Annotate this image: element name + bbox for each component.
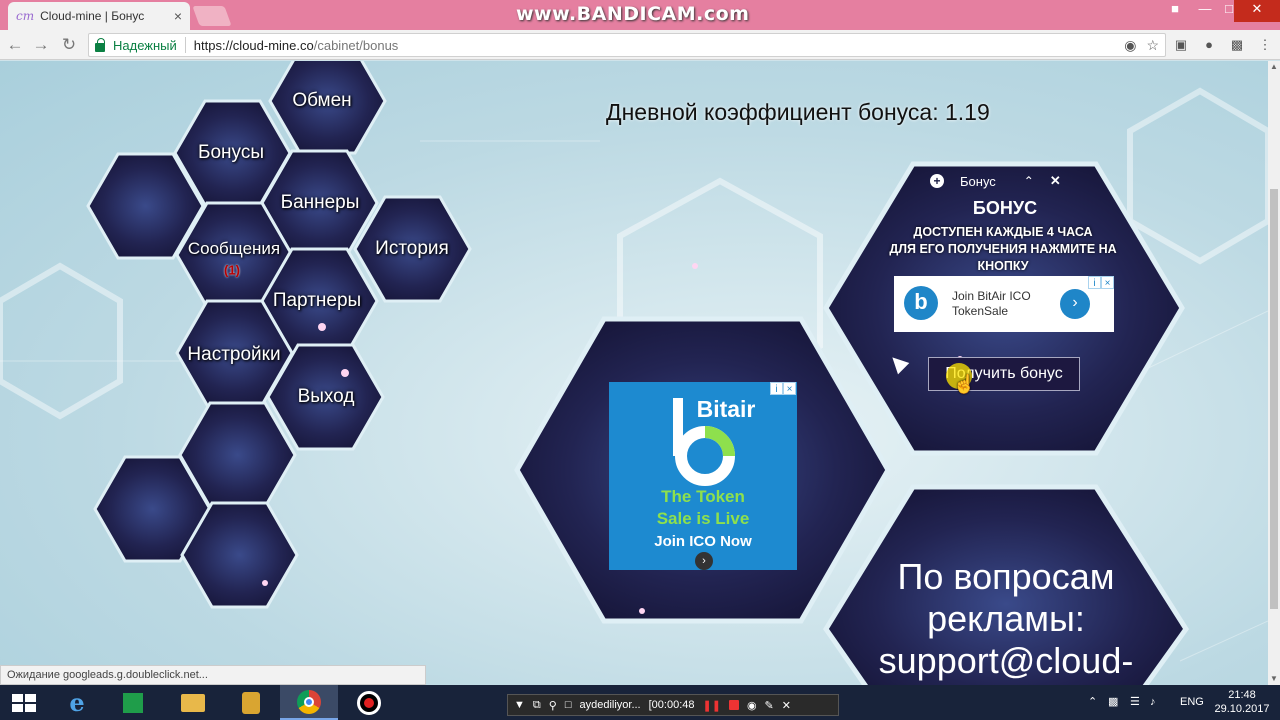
close-window-icon[interactable]: ✕ (1234, 0, 1280, 22)
store-icon[interactable] (104, 685, 162, 720)
bandicam-timer: [00:00:48 (648, 699, 695, 711)
big-ad-next-icon[interactable]: › (695, 552, 713, 570)
tab-title: Cloud-mine | Бонус (40, 9, 145, 23)
small-ad-line1: Join BitAir ICO (952, 289, 1031, 303)
big-ad-line1: The Token (661, 487, 745, 506)
bandicam-watermark: www.BANDICAM.com (516, 3, 750, 25)
hand-cursor-icon: ☝ (953, 374, 976, 394)
bonus-coefficient: Дневной коэффициент бонуса: 1.19 (606, 99, 990, 125)
nav-messages[interactable]: Сообщения (188, 239, 280, 259)
browser-toolbar: ← → ↻ Надежный https://cloud-mine.co/cab… (0, 30, 1280, 60)
file-explorer-icon[interactable] (164, 685, 222, 720)
bonus-subtitle-line1: ДОСТУПЕН КАЖДЫЕ 4 ЧАСА (913, 225, 1093, 239)
adchoices-icon[interactable]: i (1088, 276, 1101, 289)
pause-icon[interactable]: ❚❚ (703, 699, 721, 712)
window-mode-icon[interactable]: ⧉ (533, 699, 541, 712)
divider (184, 37, 186, 53)
region-icon[interactable]: □ (565, 699, 572, 711)
scroll-up-icon[interactable]: ▲ (1268, 61, 1280, 73)
big-ad-headline: The Token Sale is Live (609, 486, 797, 530)
small-ad-text: Join BitAir ICO TokenSale (952, 289, 1031, 319)
tab-close-icon[interactable]: × (174, 8, 182, 24)
chrome-icon[interactable] (280, 685, 338, 720)
camera-icon[interactable]: ◉ (747, 699, 757, 712)
language-indicator[interactable]: ENG (1180, 685, 1204, 720)
support-line3: support@cloud- (878, 640, 1134, 681)
support-line1: По вопросам (897, 556, 1115, 597)
tray-chevron-icon[interactable]: ⌃ (1088, 685, 1097, 720)
big-ad-close-icon[interactable]: × (783, 382, 796, 395)
reload-icon[interactable]: ↻ (58, 34, 80, 56)
windows-start-icon[interactable] (12, 694, 36, 712)
browser-tab[interactable]: cm Cloud-mine | Бонус × (8, 2, 190, 30)
nav-partners[interactable]: Партнеры (273, 290, 361, 312)
nav-bonuses[interactable]: Бонусы (198, 142, 264, 164)
small-ad-line2: TokenSale (952, 304, 1009, 318)
cloud-mine-favicon: cm (16, 9, 35, 23)
wifi-icon[interactable]: ☰ (1130, 685, 1140, 720)
lock-icon (95, 37, 105, 52)
game-extension-icon[interactable]: ▩ (1228, 36, 1246, 54)
status-bar: Ожидание googleads.g.doubleclick.net... (0, 665, 426, 685)
nav-logout[interactable]: Выход (298, 386, 355, 408)
system-clock[interactable]: 21:48 29.10.2017 (1214, 688, 1270, 716)
dropdown-icon[interactable]: ▼ (514, 699, 525, 711)
pen-icon[interactable]: ✎ (765, 699, 774, 712)
small-ad-arrow-icon[interactable]: › (1060, 289, 1090, 319)
forward-icon[interactable]: → (30, 34, 52, 56)
big-ad-line2: Sale is Live (656, 509, 750, 528)
panel-close-icon[interactable]: ✕ (1050, 173, 1061, 189)
bonus-subtitle-line2: ДЛЯ ЕГО ПОЛУЧЕНИЯ НАЖМИТЕ НА КНОПКУ (889, 242, 1117, 273)
browser-titlebar: cm Cloud-mine | Бонус × www.BANDICAM.com… (0, 0, 1280, 30)
adblock-icon[interactable]: ◉ (1124, 37, 1136, 54)
bitair-small-ad[interactable]: Join BitAir ICO TokenSale › i × (894, 276, 1114, 332)
page-content: Обмен Бонусы Баннеры Сообщения (1) Истор… (0, 61, 1268, 685)
back-icon[interactable]: ← (4, 34, 26, 56)
big-ad-brand: Bitair (696, 396, 756, 422)
bonus-subtitle: ДОСТУПЕН КАЖДЫЕ 4 ЧАСА ДЛЯ ЕГО ПОЛУЧЕНИЯ… (868, 224, 1138, 275)
scroll-down-icon[interactable]: ▼ (1268, 673, 1280, 685)
messages-count-badge: (1) (224, 262, 240, 278)
bitair-big-ad[interactable]: Bitair The Token Sale is Live Join ICO N… (609, 382, 797, 570)
support-contact: По вопросам рекламы: support@cloud- (846, 556, 1166, 682)
big-adchoices-icon[interactable]: i (770, 382, 783, 395)
address-bar[interactable]: Надежный https://cloud-mine.co/cabinet/b… (88, 33, 1166, 57)
app-icon[interactable] (222, 685, 280, 720)
url-host: https://cloud-mine.co (193, 37, 314, 53)
bonus-panel-label: Бонус (960, 173, 996, 189)
stop-icon[interactable] (728, 700, 739, 710)
clock-date: 29.10.2017 (1214, 703, 1270, 715)
page-scrollbar[interactable]: ▲ ▼ (1268, 61, 1280, 685)
profile-icon[interactable]: ■ (1160, 0, 1190, 22)
support-line2: рекламы: (927, 598, 1085, 639)
bitair-logo-icon (904, 286, 938, 320)
nav-settings[interactable]: Настройки (187, 344, 280, 366)
bonus-panel-header: + Бонус ⌃ ✕ (926, 173, 1086, 189)
secure-label: Надежный (113, 37, 177, 53)
nav-banners[interactable]: Баннеры (281, 192, 360, 214)
bookmark-star-icon[interactable]: ☆ (1146, 37, 1159, 54)
bonus-title: БОНУС (972, 198, 1038, 218)
bandicam-filename: aydediliyor... (579, 699, 641, 711)
ad-close-icon[interactable]: × (1101, 276, 1114, 289)
bandicam-close-icon[interactable]: ✕ (782, 699, 791, 712)
search-icon[interactable]: ⚲ (549, 699, 557, 712)
antivirus-icon[interactable]: ▩ (1108, 685, 1118, 720)
scroll-thumb[interactable] (1270, 189, 1278, 609)
big-ad-cta[interactable]: Join ICO Now (609, 533, 797, 550)
ie-icon[interactable]: e (48, 685, 106, 720)
nav-history[interactable]: История (375, 238, 449, 260)
collapse-icon[interactable]: ⌃ (1024, 174, 1034, 188)
coin-extension-icon[interactable]: ● (1200, 36, 1218, 54)
clock-time: 21:48 (1228, 689, 1256, 701)
volume-icon[interactable]: ♪ (1150, 685, 1156, 720)
url-path: /cabinet/bonus (313, 37, 399, 53)
add-icon[interactable]: + (930, 174, 944, 188)
bandicam-icon[interactable] (340, 685, 398, 720)
menu-icon[interactable]: ⋮ (1256, 36, 1274, 54)
nav-exchange[interactable]: Обмен (292, 90, 351, 112)
extension-icon[interactable]: ▣ (1172, 36, 1190, 54)
bandicam-control-bar: ▼ ⧉ ⚲ □ aydediliyor... [00:00:48 ❚❚ ◉ ✎ … (507, 694, 839, 716)
new-tab-button[interactable] (192, 6, 232, 26)
